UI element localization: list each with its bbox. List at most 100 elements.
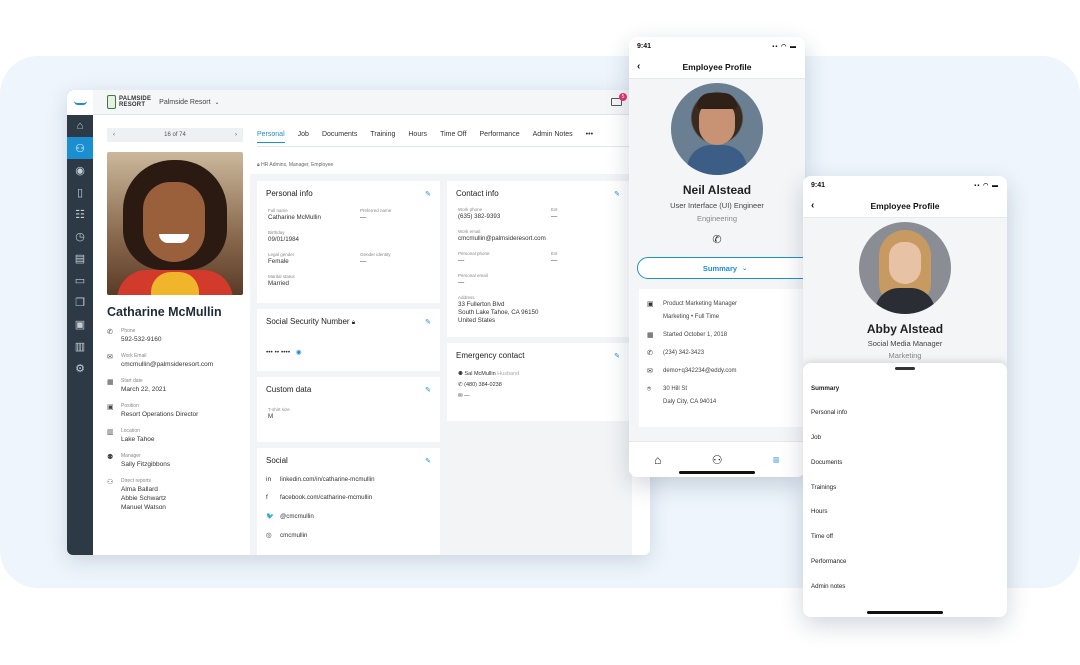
detail-value: March 22, 2021 [121, 386, 167, 393]
people-icon[interactable]: ⚇ [712, 453, 723, 467]
edit-pencil-icon[interactable]: ✎ [425, 457, 431, 465]
tab-hours[interactable]: Hours [408, 131, 427, 143]
card-title: Contact info [456, 189, 499, 198]
more-tabs-icon[interactable]: ••• [586, 131, 593, 143]
menu-icon[interactable]: ≡ [773, 453, 780, 467]
table-icon[interactable]: ▤ [67, 247, 93, 269]
field-work-ext: Ext — [551, 207, 558, 220]
social-handle: cmcmullin [280, 531, 308, 539]
detail-manager: ⚉ Manager Sally Fitzgibbons [107, 453, 243, 469]
clock-icon[interactable]: ◷ [67, 225, 93, 247]
employee-pager: ‹ 16 of 74 › [107, 128, 243, 142]
social-link[interactable]: ◎ cmcmullin [266, 531, 431, 540]
org-chart-icon[interactable]: ☷ [67, 203, 93, 225]
detail-start-date: ▦ Start date March 22, 2021 [107, 378, 243, 394]
detail-label: Location [121, 428, 140, 434]
call-phone-icon[interactable]: ✆ [629, 233, 805, 246]
prev-employee-icon[interactable]: ‹ [113, 132, 115, 138]
menu-item-admin-notes[interactable]: Admin notes [803, 575, 1007, 600]
menu-item-trainings[interactable]: Trainings [803, 476, 1007, 501]
money-icon[interactable]: ▭ [67, 269, 93, 291]
edit-pencil-icon[interactable]: ✎ [425, 318, 431, 326]
field-preferred-name: Preferred name — [360, 208, 392, 221]
tab-documents[interactable]: Documents [322, 131, 357, 143]
card-title: Emergency contact [456, 351, 525, 360]
emergency-relation: Husband [497, 371, 520, 377]
field-personal-phone: Personal phone — [458, 251, 490, 264]
palm-logo-icon [107, 95, 116, 109]
notifications-mail-icon[interactable]: 5 [611, 93, 627, 106]
edit-pencil-icon[interactable]: ✎ [425, 386, 431, 394]
instagram-icon: ◎ [266, 532, 272, 539]
reports-icon[interactable]: ▥ [67, 335, 93, 357]
nav-bar: ‹ Employee Profile [629, 55, 805, 79]
menu-item-personal-info[interactable]: Personal info [803, 401, 1007, 426]
edit-pencil-icon[interactable]: ✎ [614, 352, 620, 360]
summary-dropdown[interactable]: Summary ⌄ [637, 257, 805, 279]
home-indicator [867, 611, 943, 614]
card-title: Social [266, 456, 288, 465]
edit-pencil-icon[interactable]: ✎ [614, 190, 620, 198]
edit-pencil-icon[interactable]: ✎ [425, 190, 431, 198]
sheet-grabber[interactable] [895, 367, 915, 370]
ssn-card: Social Security Number 🔒︎ ✎ ••• •• •••• … [257, 309, 440, 371]
tab-job[interactable]: Job [298, 131, 309, 143]
card-title: Social Security Number [266, 317, 350, 326]
info-row: ▣ Product Marketing Manager Marketing • Fu… [639, 293, 805, 324]
menu-item-job[interactable]: Job [803, 426, 1007, 451]
card-title: Personal info [266, 189, 313, 198]
social-card: Social ✎ in linkedin.com/in/catharine-mcm… [257, 448, 440, 555]
menu-item-summary[interactable]: Summary [803, 377, 1007, 402]
desktop-app-window: ⌂ ⚇ ◉ ▯ ☷ ◷ ▤ ▭ ❐ ▣ ▥ ⚙ PALMSIDE RESORT … [67, 90, 650, 555]
tab-training[interactable]: Training [370, 131, 395, 143]
lock-icon: 🔒︎ [257, 162, 260, 168]
social-link[interactable]: f facebook.com/catharine-mcmullin [266, 494, 431, 501]
app-logo[interactable] [67, 90, 93, 115]
employee-title: User Interface (UI) Engineer [670, 201, 764, 210]
menu-item-hours[interactable]: Hours [803, 500, 1007, 525]
profile-column: ‹ 16 of 74 › Catharine McMullin ✆ Phone 59… [107, 128, 243, 512]
org-selector[interactable]: Palmside Resort [159, 99, 210, 106]
field-marital-status: Marital status Married [268, 274, 295, 287]
tab-performance[interactable]: Performance [480, 131, 520, 143]
signal-wifi-battery-icon: ▪▪ ◠ ▬ [974, 182, 999, 189]
tab-personal[interactable]: Personal [257, 131, 285, 143]
info-line: (234) 342-3423 [663, 350, 705, 356]
summary-label: Summary [702, 263, 738, 273]
tab-time-off[interactable]: Time Off [440, 131, 466, 143]
info-row: ⌾ 30 Hill St Daly City, CA 94014 [639, 378, 805, 409]
social-link[interactable]: in linkedin.com/in/catharine-mcmullin [266, 476, 431, 483]
settings-icon[interactable]: ⚙ [67, 357, 93, 379]
reveal-eye-icon[interactable]: ◉ [296, 349, 302, 356]
social-link[interactable]: 🐦 @cmcmullin [266, 512, 431, 521]
info-subline: Daly City, CA 94014 [663, 399, 717, 405]
presentation-icon[interactable]: ▣ [67, 313, 93, 335]
field-personal-email: Personal email — [458, 273, 488, 286]
home-icon[interactable]: ⌂ [67, 115, 93, 137]
status-bar: 9:41 ▪▪ ◠ ▬ [629, 37, 805, 55]
briefcase-icon: ▣ [647, 301, 654, 308]
chevron-down-icon[interactable]: ⌄ [215, 99, 220, 106]
search-person-icon[interactable]: ◉ [67, 159, 93, 181]
employee-department: Engineering [696, 214, 738, 223]
menu-item-time-off[interactable]: Time off [803, 525, 1007, 550]
detail-position: ▣ Position Resort Operations Director [107, 403, 243, 419]
status-time: 9:41 [811, 181, 826, 189]
clipboard-icon[interactable]: ▯ [67, 181, 93, 203]
menu-item-documents[interactable]: Documents [803, 451, 1007, 476]
access-note: 🔒︎ HR Admins, Manager, Employee [257, 162, 333, 168]
detail-value: cmcmullin@palmsideresort.com [121, 361, 214, 368]
team-icon: ⚇ [107, 479, 114, 486]
tab-admin-notes[interactable]: Admin Notes [533, 131, 573, 143]
next-employee-icon[interactable]: › [235, 132, 237, 138]
back-chevron-icon[interactable]: ‹ [637, 61, 640, 72]
people-icon[interactable]: ⚇ [67, 137, 93, 159]
home-icon[interactable]: ⌂ [654, 453, 661, 467]
signal-wifi-battery-icon: ▪▪ ◠ ▬ [772, 43, 797, 50]
pager-count: 16 of 74 [164, 132, 186, 138]
calendar-icon: ▦ [647, 332, 654, 339]
twitter-icon: 🐦 [266, 513, 275, 520]
menu-item-performance[interactable]: Performance [803, 550, 1007, 575]
back-chevron-icon[interactable]: ‹ [811, 200, 814, 211]
documents-icon[interactable]: ❐ [67, 291, 93, 313]
